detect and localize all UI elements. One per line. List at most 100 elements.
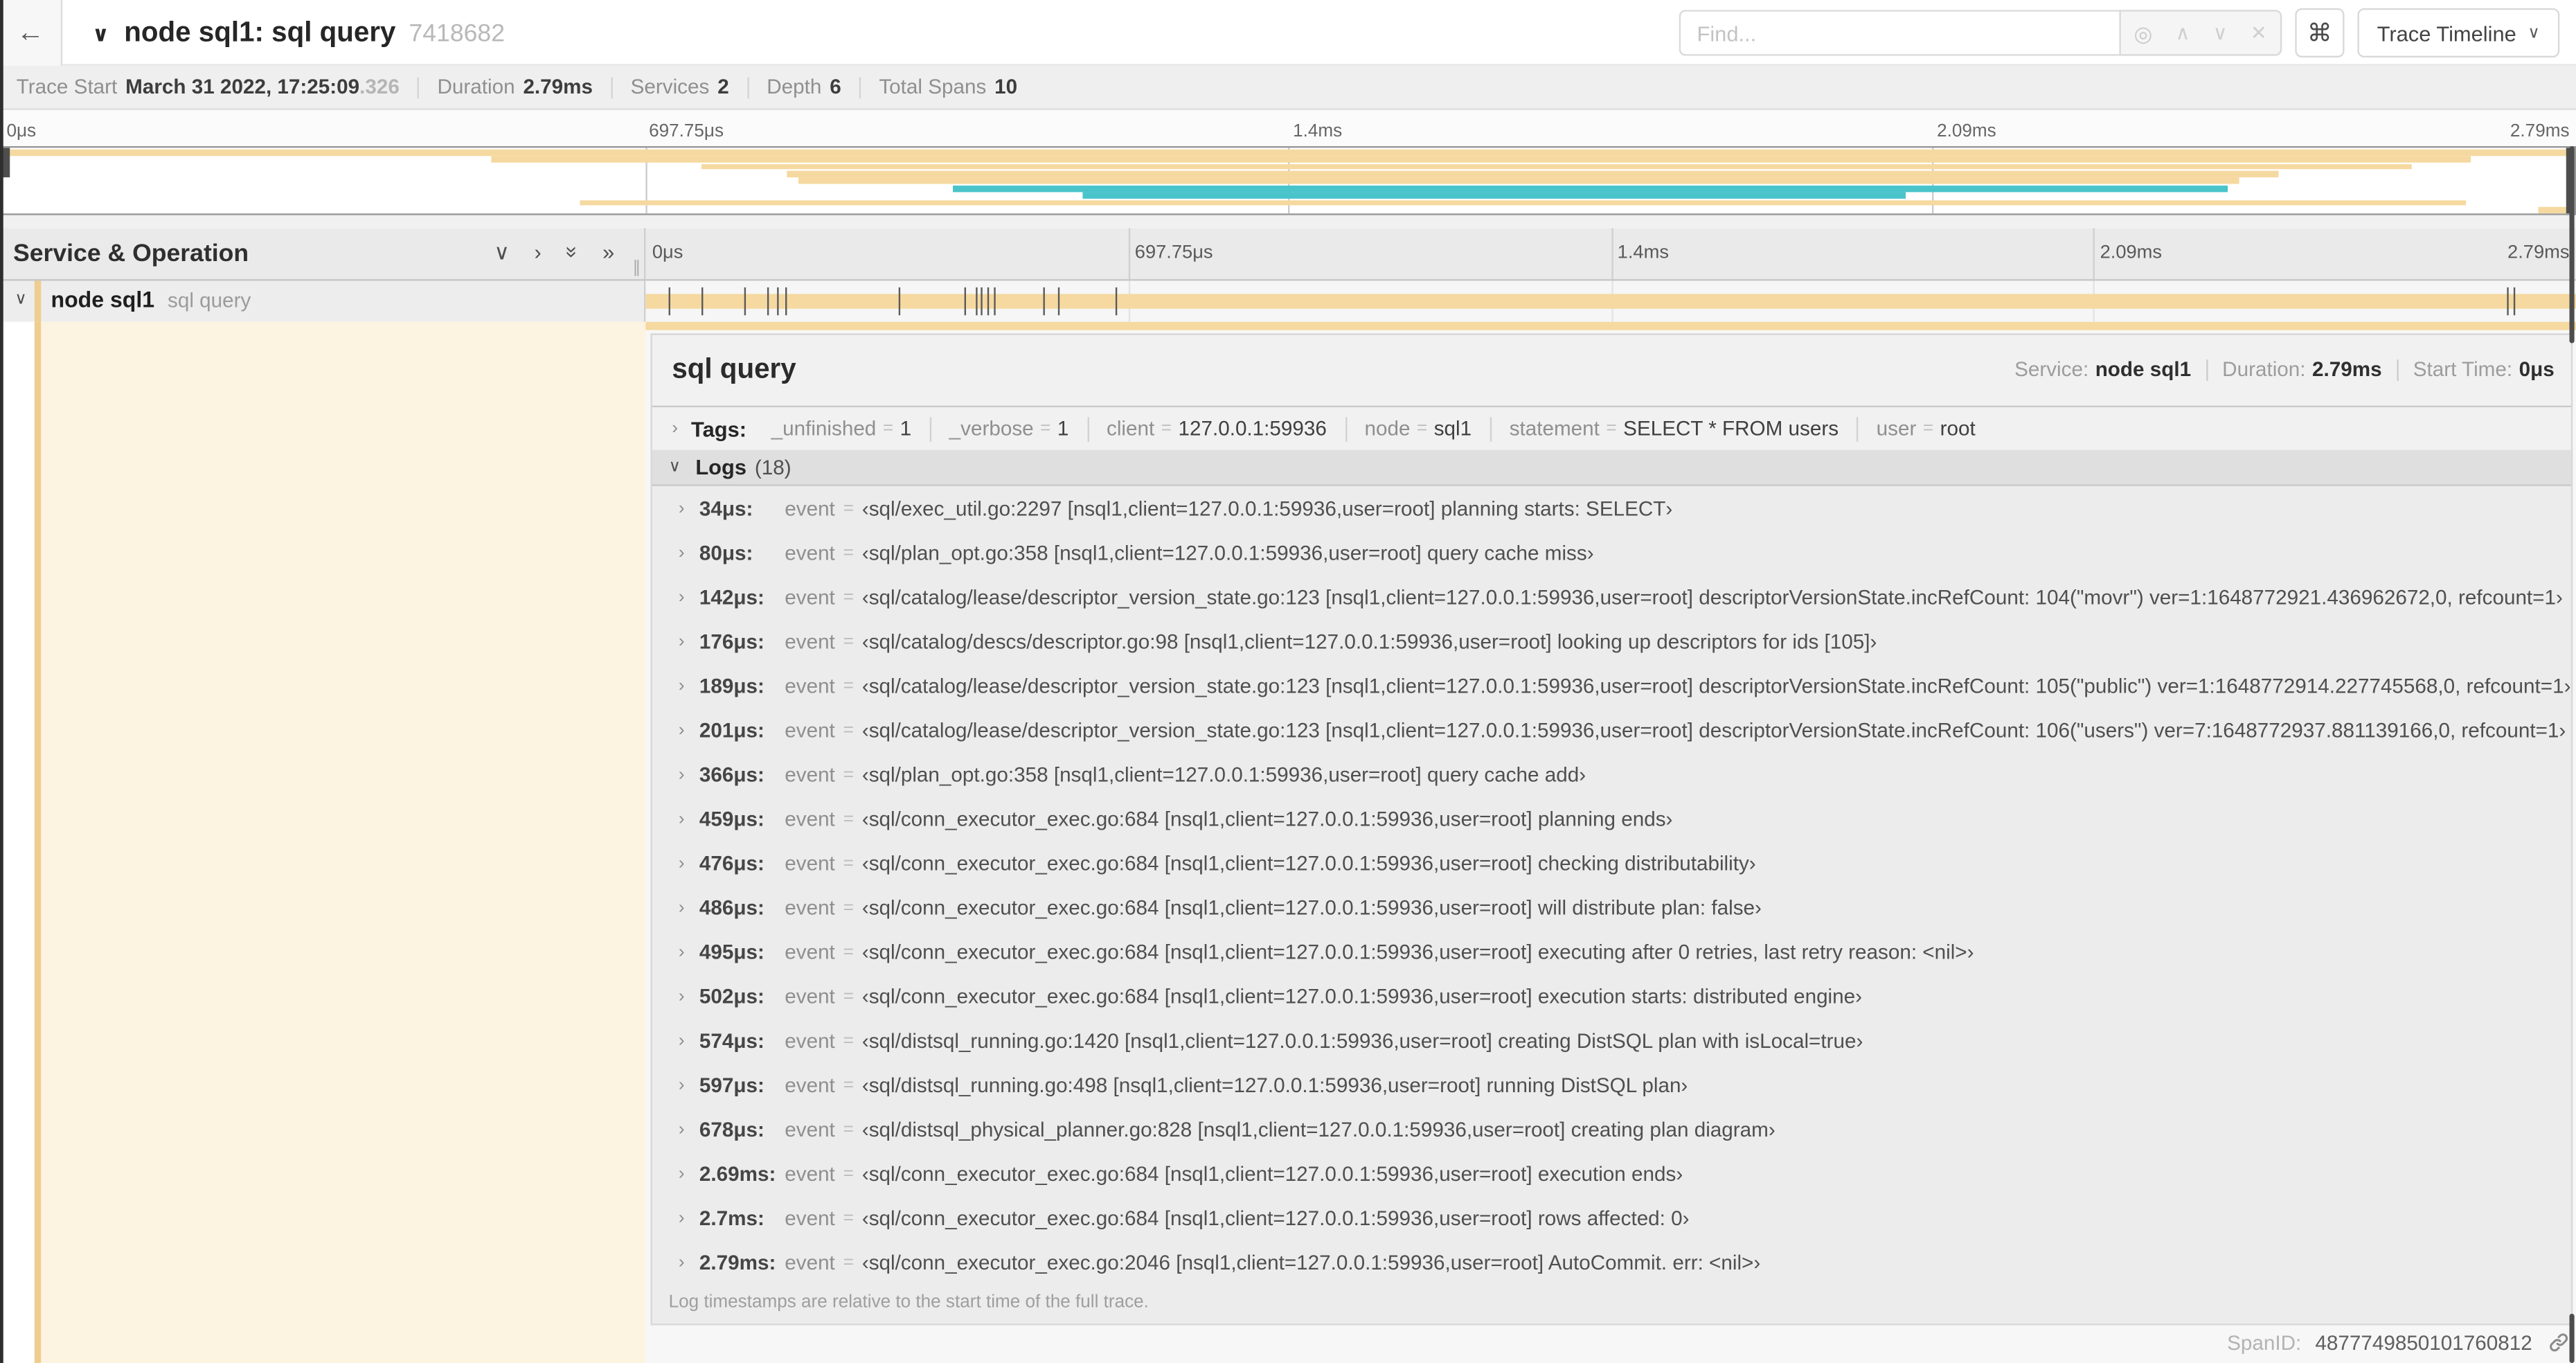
logs-section-header[interactable]: ∨ Logs (18) <box>652 449 2571 486</box>
prev-result-icon[interactable]: ∧ <box>2176 23 2190 42</box>
log-entry-row[interactable]: › 574μs: event = ‹sql/distsql_running.go… <box>652 1018 2571 1062</box>
view-selector-button[interactable]: Trace Timeline ∨ <box>2357 8 2560 57</box>
log-timestamp: 597μs: <box>699 1073 764 1096</box>
log-entry-row[interactable]: › 476μs: event = ‹sql/conn_executor_exec… <box>652 841 2571 885</box>
service-color-accent <box>34 280 42 322</box>
log-timestamp: 80μs: <box>699 541 753 564</box>
log-entry-row[interactable]: › 176μs: event = ‹sql/catalog/descs/desc… <box>652 619 2571 663</box>
log-equals: = <box>843 631 854 652</box>
expand-one-icon[interactable]: › <box>534 242 541 263</box>
collapse-one-icon[interactable]: ∨ <box>494 242 510 263</box>
log-marker-tick <box>1114 287 1117 316</box>
trace-meta-bar: Trace Start March 31 2022, 17:25:09 .326… <box>0 65 2576 110</box>
span-id-value: 4877749850101760812 <box>2315 1331 2532 1355</box>
tag-item: _verbose = 1 <box>931 416 1089 441</box>
deep-link-icon[interactable] <box>2548 1332 2569 1358</box>
tag-key: client <box>1106 417 1155 440</box>
log-entry-row[interactable]: › 495μs: event = ‹sql/conn_executor_exec… <box>652 929 2571 974</box>
log-field-key: event <box>785 1250 835 1274</box>
log-entry-row[interactable]: › 142μs: event = ‹sql/catalog/lease/desc… <box>652 575 2571 619</box>
detail-span-bar-strip <box>645 321 2576 330</box>
timeline-minimap[interactable] <box>0 146 2576 215</box>
tag-value: 1 <box>900 417 912 440</box>
log-entry-row[interactable]: › 502μs: event = ‹sql/conn_executor_exec… <box>652 974 2571 1018</box>
tag-item: statement = SELECT * FROM users <box>1492 416 1859 441</box>
tag-item: user = root <box>1859 416 1994 441</box>
duration-value: 2.79ms <box>2312 357 2382 382</box>
vertical-scrollbar-thumb[interactable] <box>2569 146 2575 344</box>
expand-all-icon[interactable]: » <box>602 242 614 263</box>
view-selector-label: Trace Timeline <box>2377 20 2516 46</box>
log-entry-row[interactable]: › 80μs: event = ‹sql/plan_opt.go:358 [ns… <box>652 531 2571 575</box>
collapse-title-chevron-icon[interactable]: ∨ <box>92 21 109 47</box>
back-button[interactable]: ← <box>0 0 63 65</box>
total-spans-value: 10 <box>994 75 1018 99</box>
tag-value: 127.0.0.1:59936 <box>1178 417 1327 440</box>
log-entry-row[interactable]: › 597μs: event = ‹sql/distsql_running.go… <box>652 1062 2571 1107</box>
span-row-timeline-cell[interactable] <box>645 280 2576 322</box>
log-marker-tick <box>964 287 966 316</box>
log-field-value: ‹sql/conn_executor_exec.go:684 [nsql1,cl… <box>861 851 1756 875</box>
trace-start-value: March 31 2022, 17:25:09 <box>125 75 360 99</box>
log-entry-row[interactable]: › 2.69ms: event = ‹sql/conn_executor_exe… <box>652 1151 2571 1195</box>
log-equals: = <box>843 853 854 873</box>
log-timestamp: 189μs: <box>699 674 764 697</box>
tag-value: root <box>1940 417 1976 440</box>
trace-id: 7418682 <box>409 19 506 47</box>
log-entry-row[interactable]: › 486μs: event = ‹sql/conn_executor_exec… <box>652 885 2571 929</box>
ruler-tick-0: 0μs <box>652 242 683 263</box>
log-timestamp: 34μs: <box>699 497 753 520</box>
log-field-key: event <box>785 497 835 520</box>
log-timestamp: 142μs: <box>699 585 764 609</box>
services-label: Services <box>630 75 710 99</box>
span-row-name-cell[interactable]: ∨ node sql1 sql query <box>0 280 646 322</box>
find-input[interactable] <box>1679 10 2120 56</box>
vertical-scrollbar-thumb-lower[interactable] <box>2569 1313 2575 1363</box>
span-collapse-chevron-icon[interactable]: ∨ <box>15 291 26 309</box>
next-result-icon[interactable]: ∨ <box>2213 23 2228 42</box>
timeline-grid-header: Service & Operation ∨ › » » ∥ 0μs 697.75… <box>0 228 2576 281</box>
log-timestamp: 2.7ms: <box>699 1206 764 1229</box>
divider <box>2396 359 2399 380</box>
log-field-key: event <box>785 585 835 609</box>
log-timestamp: 678μs: <box>699 1117 764 1141</box>
log-field-key: event <box>785 807 835 830</box>
span-detail-region: sql query Service: node sql1 Duration: 2… <box>0 321 2576 1363</box>
collapse-all-icon[interactable]: » <box>560 246 584 258</box>
locate-icon[interactable]: ◎ <box>2134 22 2153 44</box>
log-entry-row[interactable]: › 189μs: event = ‹sql/catalog/lease/desc… <box>652 663 2571 708</box>
chevron-right-icon: › <box>678 498 685 519</box>
timeline-ruler: 0μs 697.75μs 1.4ms 2.09ms 2.79ms <box>645 228 2576 280</box>
log-timestamp: 2.79ms: <box>699 1250 776 1274</box>
log-marker-tick <box>993 287 995 316</box>
log-entry-row[interactable]: › 2.79ms: event = ‹sql/conn_executor_exe… <box>652 1240 2571 1284</box>
log-equals: = <box>843 941 854 962</box>
log-entry-row[interactable]: › 459μs: event = ‹sql/conn_executor_exec… <box>652 796 2571 841</box>
tag-equals: = <box>1040 418 1051 439</box>
keyboard-shortcuts-button[interactable]: ⌘ <box>2295 8 2345 57</box>
chevron-right-icon: › <box>678 1207 685 1228</box>
log-entry-row[interactable]: › 678μs: event = ‹sql/distsql_physical_p… <box>652 1107 2571 1151</box>
divider <box>418 76 420 98</box>
log-timestamp: 459μs: <box>699 807 764 830</box>
tag-equals: = <box>882 418 894 439</box>
log-field-value: ‹sql/conn_executor_exec.go:684 [nsql1,cl… <box>861 1161 1683 1185</box>
logs-footer-note: Log timestamps are relative to the start… <box>652 1284 2571 1324</box>
log-entry-row[interactable]: › 201μs: event = ‹sql/catalog/lease/desc… <box>652 708 2571 752</box>
span-row: ∨ node sql1 sql query <box>0 280 2576 322</box>
log-entry-row[interactable]: › 34μs: event = ‹sql/exec_util.go:2297 [… <box>652 486 2571 531</box>
tags-row[interactable]: › Tags: _unfinished = 1 _verbose = 1 cli… <box>652 407 2571 450</box>
service-operation-title: Service & Operation <box>12 240 249 268</box>
clear-search-icon[interactable]: ✕ <box>2251 23 2267 42</box>
span-duration-bar[interactable] <box>645 294 2576 309</box>
log-timestamp: 366μs: <box>699 763 764 786</box>
log-entry-row[interactable]: › 366μs: event = ‹sql/plan_opt.go:358 [n… <box>652 752 2571 796</box>
tag-equals: = <box>1922 418 1934 439</box>
column-resizer-grip[interactable]: ∥ <box>632 260 641 278</box>
chevron-down-icon: ∨ <box>668 458 681 476</box>
trace-title-wrap[interactable]: ∨ node sql1: sql query 7418682 <box>92 16 505 48</box>
log-equals: = <box>843 764 854 785</box>
log-entry-row[interactable]: › 2.7ms: event = ‹sql/conn_executor_exec… <box>652 1195 2571 1240</box>
log-equals: = <box>843 720 854 740</box>
tag-equals: = <box>1416 418 1428 439</box>
